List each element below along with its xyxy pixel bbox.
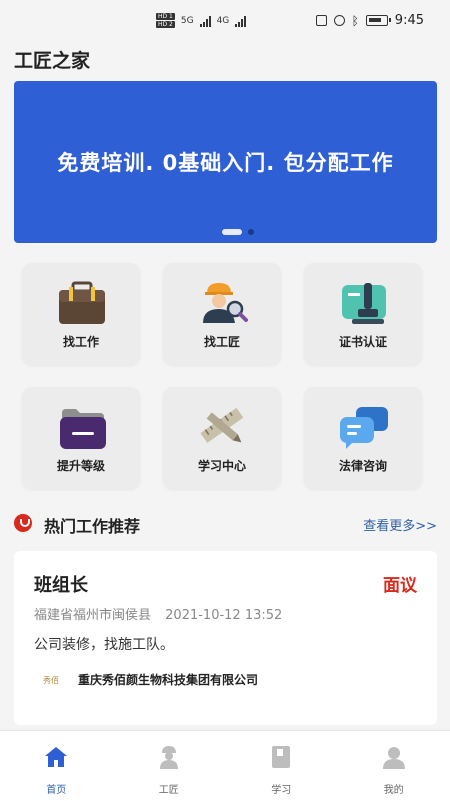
job-meta: 福建省福州市闽侯县 2021-10-12 13:52 [34,604,282,623]
job-salary: 面议 [383,571,417,596]
tab-learning[interactable]: 学习 [225,731,338,801]
worker-search-icon [197,279,249,327]
job-description: 公司装修，找施工队。 [34,634,174,654]
menu-find-worker[interactable]: 找工匠 [163,263,281,365]
menu-label: 找工匠 [163,333,281,350]
tab-mine[interactable]: 我的 [338,731,450,801]
carousel-dot-active [222,229,242,235]
briefcase-icon [56,279,108,327]
network-4g-label: 4G [217,16,230,26]
hd1-badge: HD 1 [156,13,175,20]
job-location: 福建省福州市闽侯县 [34,608,151,623]
battery-icon [366,15,388,26]
carousel-dot [248,229,254,235]
bluetooth-icon: ᛒ [352,14,359,28]
signal-bars-icon [200,15,211,27]
status-left: HD 1 HD 2 5G 4G [156,13,246,28]
job-card[interactable]: 班组长 面议 福建省福州市闽侯县 2021-10-12 13:52 公司装修，找… [14,551,437,725]
menu-upgrade-level[interactable]: 提升等级 [22,387,140,489]
menu-find-job[interactable]: 找工作 [22,263,140,365]
hot-jobs-header: 热门工作推荐 查看更多>> [14,512,437,536]
chat-bubbles-icon [338,403,390,451]
status-right: ᛒ 9:45 [316,13,424,28]
user-icon [382,745,406,769]
clock: 9:45 [395,13,424,28]
menu-legal-consult[interactable]: 法律咨询 [304,387,422,489]
promo-banner[interactable]: 免费培训. 0基础入门. 包分配工作 [14,81,437,243]
tab-worker[interactable]: 工匠 [113,731,226,801]
book-icon [269,745,293,769]
alarm-icon [334,15,345,26]
company-name: 重庆秀佰颜生物科技集团有限公司 [78,671,258,688]
ruler-pencil-icon [197,403,249,451]
certificate-stamp-icon [338,279,390,327]
hd2-badge: HD 2 [156,21,175,28]
tab-label: 我的 [338,781,450,796]
page-title: 工匠之家 [14,46,90,73]
section-title: 热门工作推荐 [44,513,140,537]
banner-text: 免费培训. 0基础入门. 包分配工作 [14,147,437,177]
menu-label: 提升等级 [22,457,140,474]
bottom-tab-bar: 首页 工匠 学习 我的 [0,730,450,801]
menu-label: 找工作 [22,333,140,350]
menu-label: 证书认证 [304,333,422,350]
menu-label: 学习中心 [163,457,281,474]
worker-icon [157,745,181,769]
tab-label: 工匠 [113,781,226,796]
company-logo: 秀佰 [34,669,68,691]
menu-certificate[interactable]: 证书认证 [304,263,422,365]
hot-icon [14,514,32,532]
menu-label: 法律咨询 [304,457,422,474]
signal-bars-icon-2 [235,15,246,27]
menu-learning-center[interactable]: 学习中心 [163,387,281,489]
tab-label: 学习 [225,781,338,796]
folder-icon [56,403,108,451]
tab-home[interactable]: 首页 [0,731,113,801]
carousel-indicator [222,229,254,235]
status-bar: HD 1 HD 2 5G 4G ᛒ 9:45 [0,0,450,42]
job-title: 班组长 [34,571,88,597]
network-5g-label: 5G [181,16,194,26]
see-more-link[interactable]: 查看更多>> [363,515,437,534]
home-icon [44,745,68,769]
hd-badges: HD 1 HD 2 [156,13,175,28]
job-date: 2021-10-12 13:52 [165,608,282,623]
nfc-icon [316,15,327,26]
tab-label: 首页 [0,781,113,796]
